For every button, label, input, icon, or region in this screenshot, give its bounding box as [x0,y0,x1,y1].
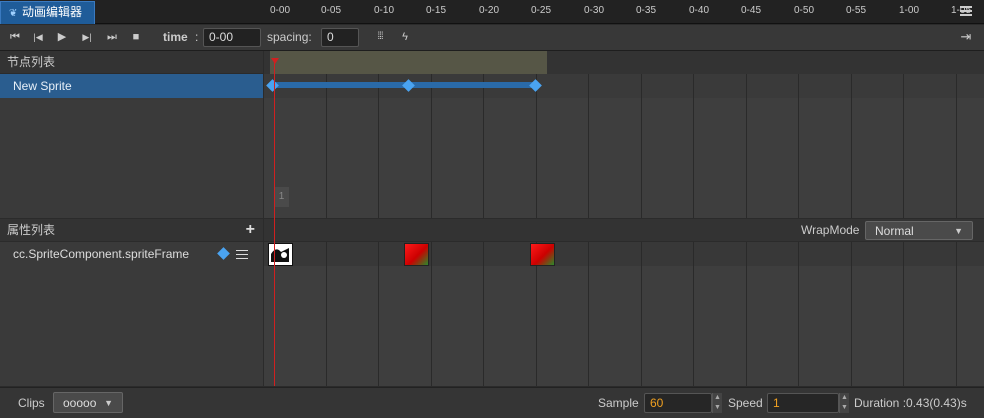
node-item-new-sprite[interactable]: New Sprite [0,74,263,98]
property-track-row [264,242,984,266]
tick-label: 0-25 [530,5,552,16]
toolbar: ⏮ |◀ ▶ ▶| ⏭ ■ time : 0-00 spacing: 0 ⁞⁞⁞… [0,25,984,51]
spacing-input[interactable]: 0 [321,28,359,47]
add-property-button[interactable]: + [246,219,255,241]
sprite-keyframe-thumbnail[interactable] [530,243,555,266]
duration-text: Duration :0.43(0.43)s [854,396,967,410]
tick-label: 1-05 [950,5,972,16]
frame-badge: 1 [274,187,289,207]
exit-icon[interactable]: ⇥ [958,29,974,45]
time-separator: : [195,30,199,44]
prev-frame-button[interactable]: |◀ [30,29,46,45]
tick-label: 1-00 [898,5,920,16]
tick-label: 0-15 [425,5,447,16]
sprite-keyframe-thumbnail[interactable] [404,243,429,266]
wrapmode-value: Normal [875,224,914,238]
time-input[interactable]: 0-00 [203,28,261,47]
prev-frame-icon: |◀ [33,32,43,42]
chevron-down-icon: ▼ [104,398,113,408]
list-icon[interactable] [236,250,248,259]
tick-label: 0-20 [478,5,500,16]
event-marker-icon[interactable]: ϟ [397,29,413,45]
jump-to-end-button[interactable]: ⏭ [104,29,120,45]
property-timeline[interactable] [264,242,984,386]
tick-label: 0-45 [740,5,762,16]
tick-label: 0-55 [845,5,867,16]
add-keyframe-icon[interactable] [217,247,230,260]
tick-label: 0-40 [688,5,710,16]
sample-label: Sample [598,396,639,410]
play-button[interactable]: ▶ [54,29,70,45]
tick-label: 0-05 [320,5,342,16]
jump-to-start-button[interactable]: ⏮ [7,29,23,45]
sample-spinner[interactable]: ▲ ▼ [712,393,722,413]
props-panel-title: 属性列表 [7,223,56,237]
tab-animation-editor[interactable]: ❦ 动画编辑器 [0,1,95,24]
tick-label: 0-10 [373,5,395,16]
sprite-keyframe-thumbnail[interactable] [268,243,293,266]
clips-label: Clips [18,396,45,410]
tick-label: 0-50 [793,5,815,16]
clips-dropdown[interactable]: ooooo ▼ [53,392,123,413]
bottom-bar: Clips ooooo ▼ Sample 60 ▲ ▼ Speed 1 ▲ ▼ Du… [0,387,984,418]
clips-value: ooooo [63,396,97,410]
ruler-clip-range [270,51,547,74]
speed-input[interactable]: 1 [767,393,839,413]
wrapmode-bar: WrapMode Normal ▼ [264,219,984,241]
time-label: time [163,30,188,44]
props-panel-header: 属性列表 + [0,219,263,241]
tick-label: 0-35 [635,5,657,16]
tab-label: 动画编辑器 [22,5,83,19]
speed-spinner[interactable]: ▲ ▼ [839,393,849,413]
playhead-line[interactable] [274,60,275,386]
node-timeline[interactable] [264,74,984,218]
chevron-down-icon: ▼ [954,226,963,236]
tick-label: 0-30 [583,5,605,16]
grid-dots-icon[interactable]: ⁞⁞⁞ [372,29,388,45]
next-frame-button[interactable]: ▶| [79,29,95,45]
wrapmode-dropdown[interactable]: Normal ▼ [865,221,973,240]
spacing-label: spacing: [267,30,312,44]
wrapmode-label: WrapMode [801,223,860,237]
playhead-marker[interactable] [271,58,279,64]
next-frame-icon: ▶| [82,32,92,42]
property-item-spriteframe[interactable]: cc.SpriteComponent.spriteFrame [0,242,263,266]
stop-button[interactable]: ■ [128,29,144,45]
image-thumbnail-icon [270,245,291,264]
sample-input[interactable]: 60 [644,393,712,413]
speed-label: Speed [728,396,763,410]
tick-label: 0-00 [269,5,291,16]
property-label: cc.SpriteComponent.spriteFrame [13,247,190,261]
feather-icon: ❦ [9,8,18,19]
nodes-panel-header: 节点列表 [0,51,263,73]
